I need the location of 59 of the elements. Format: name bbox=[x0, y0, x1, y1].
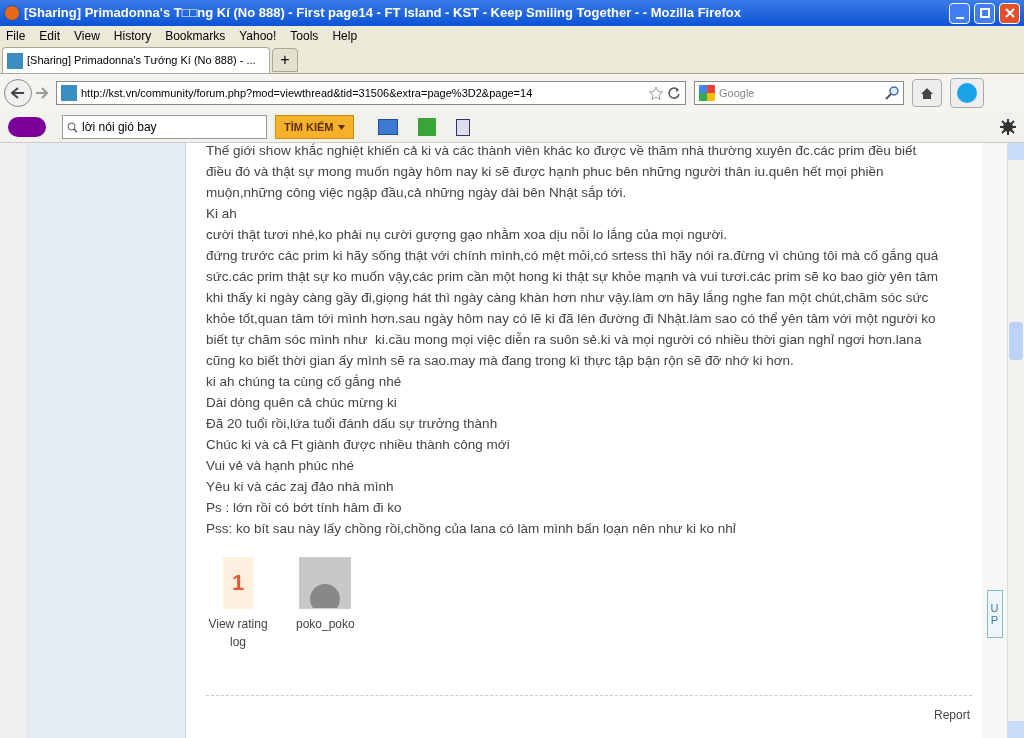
menu-item[interactable]: Yahoo! bbox=[239, 26, 277, 45]
post-text: cười thật tươi nhé,ko phải nụ cười gượng gạo nhằm xoa dịu nỗi lo lắng của mọi người. bbox=[206, 226, 728, 244]
post-text: Thế giới show khắc nghiệt khiến cả ki và các thành viên khác ko được về thăm nhà thường xuyên đc.các prim đều biết bbox=[206, 142, 918, 160]
close-button[interactable] bbox=[999, 2, 1020, 24]
window-title: [Sharing] Primadonna's T□□ng Kí (No 888) - First page14 - FT Island - KST - Keep Smiling Together - - Mozilla Firefox bbox=[24, 4, 742, 23]
yahoo-search-field[interactable]: lời nói gió bay bbox=[62, 115, 267, 139]
back-arrow-icon bbox=[11, 87, 25, 99]
menu-item[interactable]: Help bbox=[332, 26, 358, 45]
menu-item[interactable]: View bbox=[74, 26, 100, 45]
star-icon[interactable] bbox=[649, 86, 663, 100]
settings-icon[interactable] bbox=[1000, 119, 1016, 135]
forward-arrow-icon[interactable] bbox=[36, 87, 48, 99]
post-text: Vui vẻ và hạnh phúc nhé bbox=[206, 457, 356, 475]
post-text: muộn,những công việc ngập đầu,cả những ngày dài bên Nhật sắp tới. bbox=[206, 184, 628, 202]
minimize-button[interactable] bbox=[949, 2, 970, 24]
browser-tab[interactable]: [Sharing] Primadonna's Tướng Kí (No 888) - ... bbox=[2, 47, 270, 73]
home-button[interactable] bbox=[912, 79, 942, 107]
back-button[interactable] bbox=[4, 79, 32, 107]
menu-item[interactable]: Bookmarks bbox=[165, 26, 226, 45]
post-text: Ps : lớn rồi có bớt tính hâm đi ko bbox=[206, 499, 403, 517]
reload-icon[interactable] bbox=[667, 86, 681, 100]
caret-icon bbox=[337, 125, 345, 131]
maximize-button[interactable] bbox=[974, 2, 995, 24]
rating-count: 1 bbox=[223, 557, 253, 609]
home-icon bbox=[920, 86, 934, 100]
menu-item[interactable]: History bbox=[113, 26, 152, 45]
post-text: Đã 20 tuổi rồi,lứa tuổi đánh dấu sự trưởng thành bbox=[206, 415, 499, 433]
post-text: Chúc ki và cả Ft giành được nhiều thành công mới bbox=[206, 436, 511, 454]
search-field[interactable]: Google bbox=[719, 84, 881, 102]
avatar-placeholder bbox=[299, 557, 352, 609]
post-text: khi thấy ki ngày càng gầy đi,giọng hát thì ngày càng khàn hơn như vậy.làm ơn hãy lắng nghe fan một chút,chăm sóc sức bbox=[206, 289, 930, 307]
search-icon bbox=[67, 121, 78, 133]
address-field[interactable]: http://kst.vn/community/forum.php?mod=viewthread&tid=31506&extra=page%3D2&page=14 bbox=[56, 81, 686, 105]
post-text: sức.các prim thật sự ko muốn vậy,các prim cần một hong ki thật sự khỏe mạnh và vui tươi.các prim sẽ ko bao giờ yên tâm bbox=[206, 268, 939, 286]
scrollbar[interactable] bbox=[1007, 143, 1024, 738]
post-text: Dài dòng quên cả chúc mừng ki bbox=[206, 394, 398, 412]
menu-item[interactable]: Edit bbox=[39, 26, 61, 45]
post-text: cũng ko biết thời gian ấy mình sẽ ra sao.may mà đang trong kì thực tập bận rộn sẽ đỡ nhớ ki hơn. bbox=[206, 352, 795, 370]
page-icon[interactable] bbox=[455, 118, 470, 136]
post-text: đứng trước các prim ki hãy sống thật với chính mình,có mệt mỏi,có srtess thì hãy nói ra.đừng vì chúng tôi mà cố gắng quá bbox=[206, 247, 940, 265]
new-tab-button[interactable]: + bbox=[272, 48, 298, 72]
report-link[interactable]: Report bbox=[933, 705, 970, 726]
post-text: khỏe tốt,quan tâm tới mình hơn.sau ngày hôm nay có lẽ ki đã lên đường đi Nhật.làm sao có thể yên tâm với một người ko bbox=[206, 310, 937, 328]
search-bar[interactable]: Google bbox=[694, 81, 904, 105]
post-text: biết tự chăm sóc mình như ki.cầu mong mọi việc diễn ra suôn sẻ.ki và mọi người có nhiều thời gian nghỉ ngơi hơn.lana bbox=[206, 331, 923, 349]
scroll-up-button[interactable]: UP bbox=[986, 590, 1003, 638]
menu-item[interactable]: File bbox=[6, 26, 26, 45]
post-text: Pss: ko bít sau này lấy chồng rồi,chồng của lana có làm mình bấn loạn nên như ki ko nhỉ bbox=[206, 520, 737, 538]
close-icon bbox=[1004, 8, 1015, 18]
rater-link[interactable]: poko_poko bbox=[296, 615, 355, 633]
post-text: Ki ah bbox=[206, 205, 238, 223]
post-text: điều đó và thật sự mong muốn ngày hôm nay ki sẽ được hạnh phuc bên những người thân iu.quên hết mọi phiền bbox=[206, 163, 885, 181]
search-icon[interactable] bbox=[885, 86, 899, 100]
post-text: ki ah chúng ta cùng cố gắng nhé bbox=[206, 373, 403, 391]
view-rating-link[interactable]: View rating log bbox=[206, 615, 270, 651]
search-button[interactable]: TÌM KIẾM bbox=[275, 115, 354, 139]
google-logo-icon bbox=[699, 85, 715, 101]
post-text: Yêu ki và các zaj đảo nhà mình bbox=[206, 478, 395, 496]
menu-item[interactable]: Tools bbox=[290, 26, 319, 45]
